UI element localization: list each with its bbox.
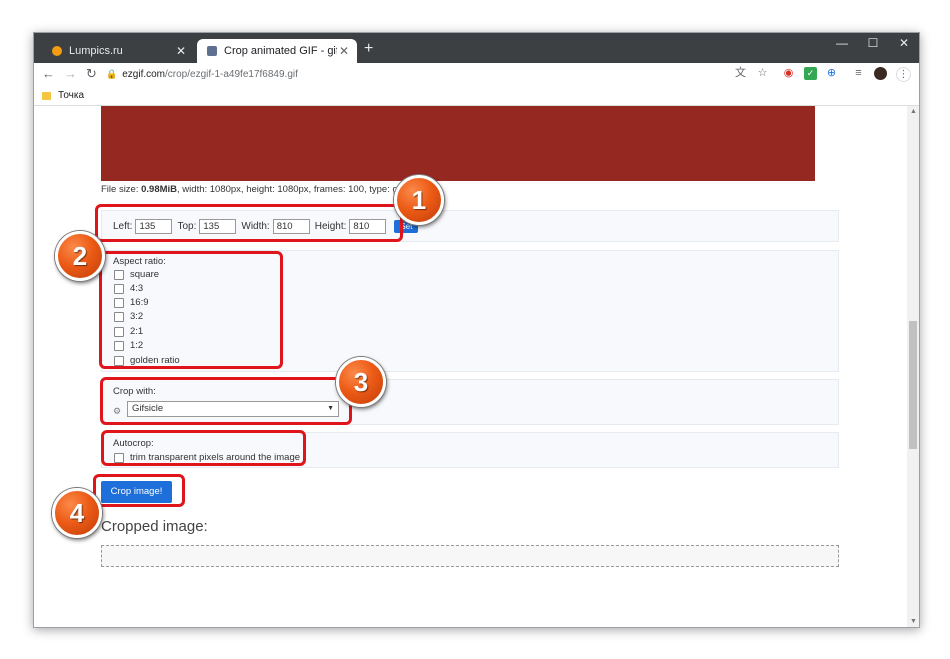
url-host: ezgif.com <box>122 69 166 80</box>
crop-with-panel: Crop with: ⚙ Gifsicle ▼ <box>101 379 839 425</box>
crop-with-title: Crop with: <box>113 386 156 397</box>
scroll-down-icon[interactable]: ▼ <box>910 618 917 625</box>
checkbox[interactable] <box>114 452 124 463</box>
checkbox[interactable] <box>114 311 124 322</box>
translate-icon[interactable]: 文 <box>734 67 747 80</box>
file-info: File size: 0.98MiB, width: 1080px, heigh… <box>101 184 403 195</box>
file-size-value: 0.98MiB <box>141 184 178 195</box>
bookmark-star-icon[interactable]: ☆ <box>756 67 769 80</box>
bookmark-label: Точка <box>58 90 85 101</box>
file-size-label: File size: <box>101 184 142 195</box>
option-label: trim transparent pixels around the image <box>130 452 301 463</box>
width-label: Width: <box>241 221 270 232</box>
option-label: 4:3 <box>130 283 144 294</box>
autocrop-panel: Autocrop: trim transparent pixels around… <box>101 432 839 468</box>
browser-window: Lumpics.ru ✕ Crop animated GIF - gif-man… <box>33 32 920 628</box>
aspect-option-1-2[interactable]: 1:2 <box>114 340 143 351</box>
bookmarks-bar: Точка <box>34 87 919 106</box>
tab-strip: Lumpics.ru ✕ Crop animated GIF - gif-man… <box>34 33 919 63</box>
dropdown-arrow-icon: ▼ <box>327 405 334 412</box>
checkbox[interactable] <box>114 326 124 337</box>
lumpics-favicon-icon <box>52 46 62 56</box>
url-path: /crop/ezgif-1-a49fe17f6849.gif <box>165 69 298 80</box>
scroll-up-icon[interactable]: ▲ <box>910 108 917 115</box>
avatar[interactable] <box>874 67 887 80</box>
aspect-option-4-3[interactable]: 4:3 <box>114 283 143 294</box>
page-content: File size: 0.98MiB, width: 1080px, heigh… <box>34 106 907 627</box>
tab-title: Crop animated GIF - gif-man-me <box>224 45 337 57</box>
height-input[interactable]: 810 <box>349 219 387 234</box>
close-tab-icon[interactable]: ✕ <box>174 44 188 58</box>
gif-preview-image[interactable] <box>101 106 815 181</box>
step-badge-4: 4 <box>52 488 102 538</box>
back-icon[interactable]: ← <box>42 66 55 81</box>
close-window-button[interactable]: ✕ <box>889 36 919 50</box>
bookmark-folder[interactable]: Точка <box>42 90 84 101</box>
reading-list-icon[interactable]: ≡ <box>852 67 865 80</box>
selected-method: Gifsicle <box>132 403 164 414</box>
cropped-image-title: Cropped image: <box>101 518 208 535</box>
minimize-button[interactable]: — <box>827 36 857 50</box>
settings-gear-icon[interactable]: ⚙ <box>113 406 121 417</box>
step-badge-3: 3 <box>336 357 386 407</box>
option-label: 2:1 <box>130 326 144 337</box>
reload-icon[interactable]: ↻ <box>86 66 97 82</box>
tab-lumpics[interactable]: Lumpics.ru ✕ <box>42 39 194 63</box>
aspect-option-golden-ratio[interactable]: golden ratio <box>114 355 180 366</box>
checkbox[interactable] <box>114 340 124 351</box>
left-input[interactable]: 135 <box>135 219 173 234</box>
height-label: Height: <box>314 221 347 232</box>
vertical-scrollbar[interactable]: ▲ ▼ <box>907 106 919 627</box>
top-input[interactable]: 135 <box>199 219 237 234</box>
checkbox[interactable] <box>114 283 124 294</box>
autocrop-option[interactable]: trim transparent pixels around the image <box>114 452 300 463</box>
checkbox[interactable] <box>114 269 124 280</box>
option-label: 16:9 <box>130 297 149 308</box>
aspect-ratio-panel: Aspect ratio: square 4:3 16:9 3:2 2:1 1:… <box>101 250 839 372</box>
lock-icon: 🔒 <box>106 69 118 79</box>
checkbox-extension-icon[interactable]: ✓ <box>804 67 817 80</box>
folder-icon <box>42 91 51 100</box>
option-label: golden ratio <box>130 355 180 366</box>
extension-icon[interactable]: ◉ <box>782 67 795 80</box>
close-tab-icon[interactable]: ✕ <box>337 44 351 58</box>
menu-icon[interactable]: ⋮ <box>896 67 911 82</box>
aspect-option-2-1[interactable]: 2:1 <box>114 326 143 337</box>
aspect-option-square[interactable]: square <box>114 269 159 280</box>
checkbox[interactable] <box>114 297 124 308</box>
ezgif-favicon-icon <box>207 46 217 56</box>
browser-toolbar: ← → ↻ 🔒 ezgif.com/crop/ezgif-1-a49fe17f6… <box>34 63 919 87</box>
crop-image-button[interactable]: Crop image! <box>101 481 172 503</box>
aspect-option-16-9[interactable]: 16:9 <box>114 297 149 308</box>
scrollbar-thumb[interactable] <box>909 321 917 449</box>
step-badge-2: 2 <box>55 231 105 281</box>
left-label: Left: <box>113 221 133 232</box>
step-badge-1: 1 <box>394 175 444 225</box>
width-input[interactable]: 810 <box>272 219 310 234</box>
maximize-button[interactable]: ☐ <box>858 36 888 50</box>
tab-title: Lumpics.ru <box>69 45 123 57</box>
crop-method-select[interactable]: Gifsicle ▼ <box>127 401 339 417</box>
checkbox[interactable] <box>114 355 124 366</box>
crop-coordinates-panel: Left: 135 Top: 135 Width: 810 Height: 81… <box>101 210 839 242</box>
option-label: 1:2 <box>130 340 144 351</box>
autocrop-title: Autocrop: <box>113 438 154 449</box>
new-tab-button[interactable]: + <box>364 40 373 58</box>
aspect-ratio-title: Aspect ratio: <box>113 256 166 267</box>
tab-ezgif-crop[interactable]: Crop animated GIF - gif-man-me ✕ <box>197 39 357 63</box>
cropped-image-area <box>101 545 839 567</box>
file-details: , width: 1080px, height: 1080px, frames:… <box>177 184 403 195</box>
forward-icon[interactable]: → <box>64 66 77 81</box>
option-label: square <box>130 269 160 280</box>
top-label: Top: <box>177 221 197 232</box>
option-label: 3:2 <box>130 311 144 322</box>
address-bar[interactable]: 🔒 ezgif.com/crop/ezgif-1-a49fe17f6849.gi… <box>106 65 666 84</box>
aspect-option-3-2[interactable]: 3:2 <box>114 311 143 322</box>
vpn-extension-icon[interactable]: ⊕ <box>825 67 838 80</box>
